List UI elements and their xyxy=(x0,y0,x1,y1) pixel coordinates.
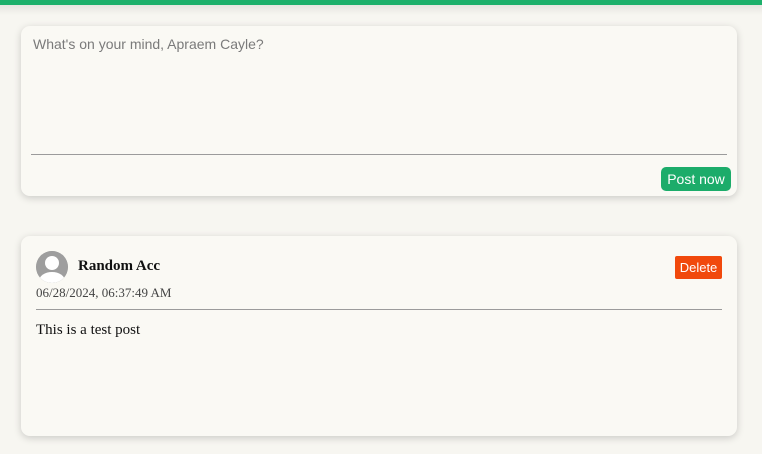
post-author-name[interactable]: Random Acc xyxy=(78,258,160,275)
post-input[interactable] xyxy=(31,34,729,156)
post-now-button[interactable]: Post now xyxy=(661,167,731,191)
delete-post-button[interactable]: Delete xyxy=(675,256,722,279)
user-silhouette-icon xyxy=(36,251,68,283)
post-body-text: This is a test post xyxy=(36,322,141,338)
post-card: Random Acc 06/28/2024, 06:37:49 AM Delet… xyxy=(21,236,737,436)
post-divider xyxy=(36,309,722,310)
composer-divider xyxy=(31,154,727,155)
post-composer: Post now xyxy=(21,26,737,196)
top-shadow xyxy=(0,5,762,15)
post-timestamp: 06/28/2024, 06:37:49 AM xyxy=(36,285,172,300)
avatar-icon[interactable] xyxy=(36,251,68,283)
